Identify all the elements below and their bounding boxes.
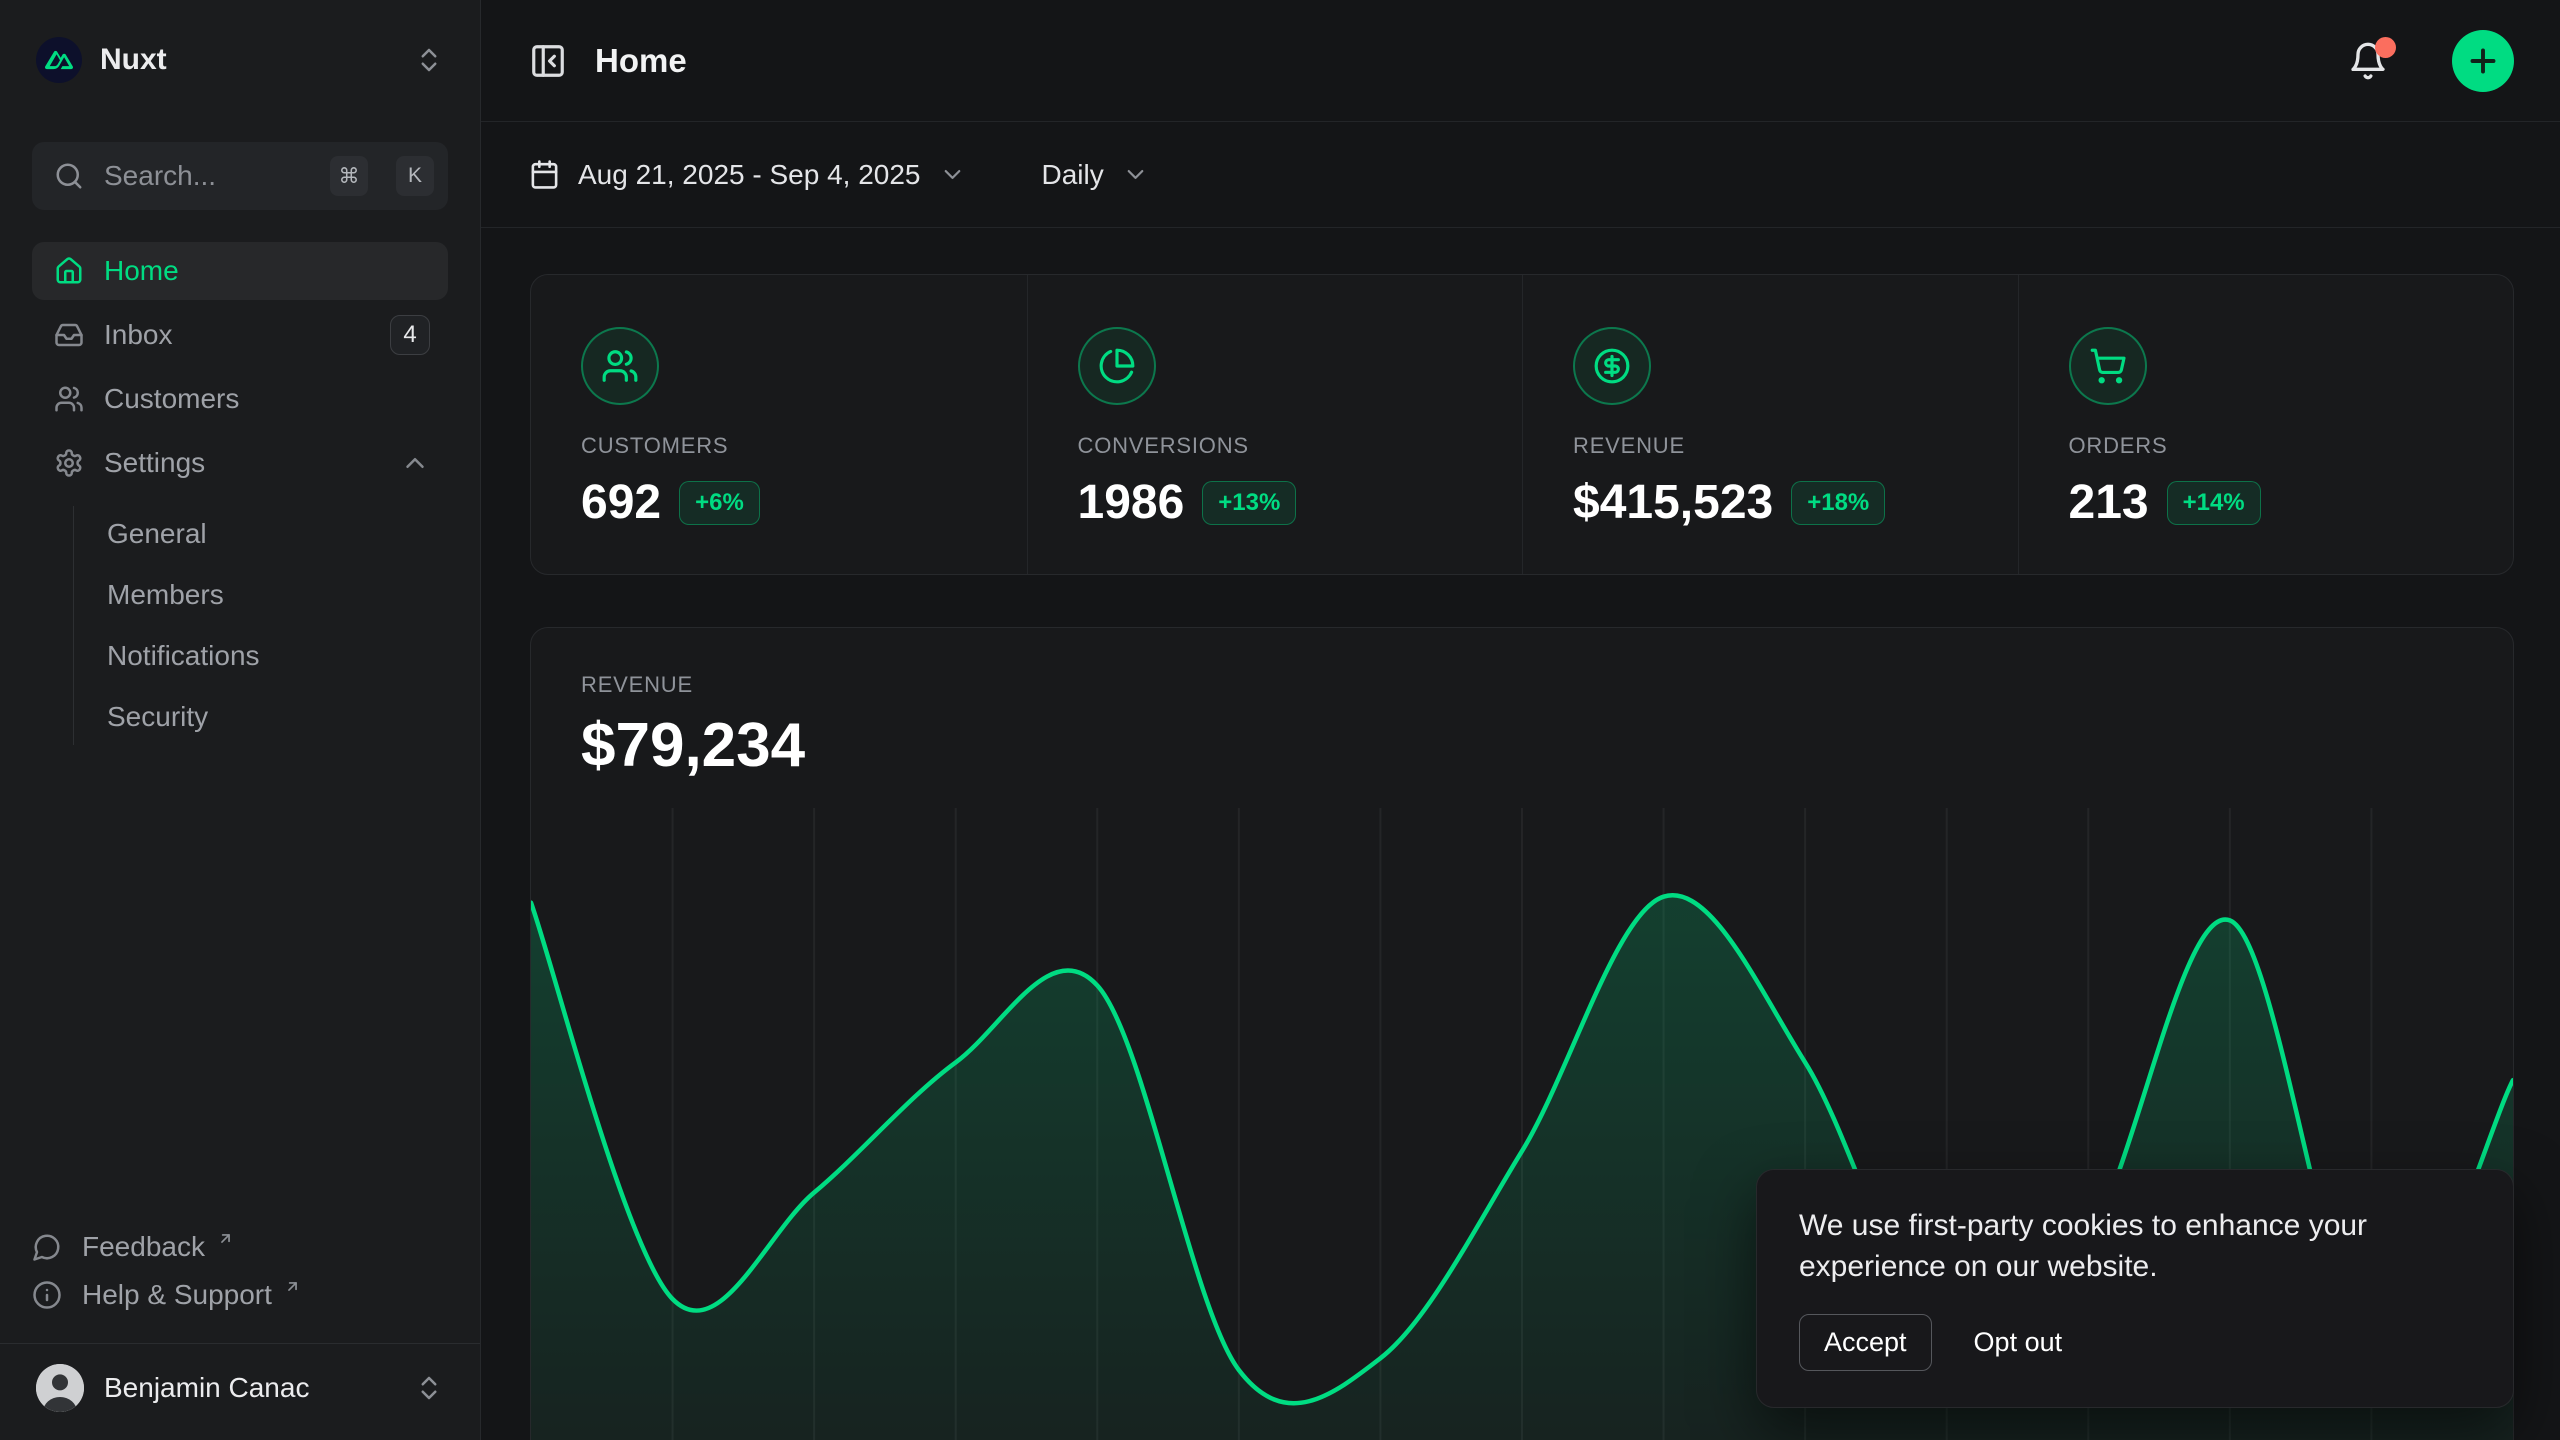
kbd-cmd: ⌘	[330, 156, 368, 196]
stat-label: CUSTOMERS	[581, 433, 1027, 459]
opt-out-button[interactable]: Opt out	[1974, 1315, 2063, 1370]
search-bar[interactable]: ⌘ K	[32, 142, 448, 210]
sidebar-item-home[interactable]: Home	[32, 242, 448, 300]
stat-delta-badge: +14%	[2167, 481, 2261, 525]
stat-customers: CUSTOMERS 692 +6%	[531, 275, 1027, 574]
stat-value: 692	[581, 475, 661, 530]
stats-row: CUSTOMERS 692 +6% CONVERSIONS 1986 +13%	[530, 274, 2514, 575]
stat-label: REVENUE	[1573, 433, 2018, 459]
sidebar-subitem-security[interactable]: Security	[107, 689, 448, 745]
inbox-icon	[54, 320, 84, 350]
page-header: Home	[481, 0, 2560, 122]
collapse-sidebar-button[interactable]	[529, 40, 571, 82]
sidebar-divider	[0, 1343, 480, 1344]
cookie-banner: We use first-party cookies to enhance yo…	[1756, 1169, 2514, 1408]
revenue-chart-header: REVENUE $79,234	[531, 628, 2513, 781]
sidebar: Nuxt ⌘ K Home Inbox 4 Customers Settings…	[0, 0, 481, 1440]
sidebar-item-label: Home	[104, 255, 430, 287]
sidebar-spacer	[32, 745, 448, 1223]
home-icon	[54, 256, 84, 286]
stat-value: $415,523	[1573, 475, 1773, 530]
nuxt-logo-icon	[36, 37, 82, 83]
external-link-icon	[217, 1230, 234, 1247]
sidebar-subitem-members[interactable]: Members	[107, 567, 448, 623]
sidebar-nav: Home Inbox 4 Customers Settings General …	[32, 242, 448, 745]
message-circle-icon	[32, 1232, 62, 1262]
sidebar-item-label: Inbox	[104, 319, 370, 351]
search-icon	[54, 161, 84, 191]
plus-icon	[2465, 43, 2501, 79]
sidebar-item-label: Settings	[104, 447, 380, 479]
stat-label: ORDERS	[2069, 433, 2514, 459]
inbox-count-badge: 4	[390, 315, 430, 355]
search-input[interactable]	[104, 160, 310, 192]
workspace-name: Nuxt	[100, 43, 396, 77]
stat-value: 213	[2069, 475, 2149, 530]
notifications-button[interactable]	[2348, 39, 2392, 83]
sidebar-subitem-general[interactable]: General	[107, 506, 448, 562]
feedback-link[interactable]: Feedback	[32, 1223, 448, 1271]
chevrons-up-down-icon	[414, 1373, 444, 1403]
settings-subnav: General Members Notifications Security	[73, 506, 448, 745]
granularity-value: Daily	[1042, 159, 1104, 191]
stat-delta-badge: +6%	[679, 481, 760, 525]
calendar-icon	[529, 159, 560, 190]
page-title: Home	[595, 42, 687, 80]
stat-label: CONVERSIONS	[1078, 433, 1523, 459]
revenue-chart-total: $79,234	[581, 710, 2513, 781]
cookie-actions: Accept Opt out	[1799, 1314, 2471, 1371]
info-circle-icon	[32, 1280, 62, 1310]
sidebar-subitem-notifications[interactable]: Notifications	[107, 628, 448, 684]
shopping-cart-icon	[2069, 327, 2147, 405]
granularity-select[interactable]: Daily	[1042, 159, 1149, 191]
chevrons-up-down-icon	[414, 45, 444, 75]
chevron-up-icon	[400, 448, 430, 478]
user-menu[interactable]: Benjamin Canac	[32, 1360, 448, 1416]
workspace-selector[interactable]: Nuxt	[32, 36, 448, 84]
date-range-value: Aug 21, 2025 - Sep 4, 2025	[578, 159, 921, 191]
user-name: Benjamin Canac	[104, 1372, 394, 1404]
pie-chart-icon	[1078, 327, 1156, 405]
sidebar-item-inbox[interactable]: Inbox 4	[32, 306, 448, 364]
circle-dollar-icon	[1573, 327, 1651, 405]
stat-value: 1986	[1078, 475, 1185, 530]
feedback-label: Feedback	[82, 1231, 205, 1263]
filter-toolbar: Aug 21, 2025 - Sep 4, 2025 Daily	[481, 122, 2560, 228]
chevron-down-icon	[939, 161, 966, 188]
chevron-down-icon	[1122, 161, 1149, 188]
stat-orders: ORDERS 213 +14%	[2018, 275, 2514, 574]
stat-delta-badge: +13%	[1202, 481, 1296, 525]
sidebar-item-label: Customers	[104, 383, 430, 415]
stat-conversions: CONVERSIONS 1986 +13%	[1027, 275, 1523, 574]
kbd-k: K	[396, 156, 434, 196]
help-support-link[interactable]: Help & Support	[32, 1271, 448, 1319]
stat-delta-badge: +18%	[1791, 481, 1885, 525]
panel-left-close-icon	[529, 42, 567, 80]
help-support-label: Help & Support	[82, 1279, 272, 1311]
avatar	[36, 1364, 84, 1412]
users-icon	[54, 384, 84, 414]
add-button[interactable]	[2452, 30, 2514, 92]
revenue-chart-label: REVENUE	[581, 672, 2513, 698]
stat-revenue: REVENUE $415,523 +18%	[1522, 275, 2018, 574]
external-link-icon	[284, 1278, 301, 1295]
accept-button[interactable]: Accept	[1799, 1314, 1932, 1371]
cookie-message: We use first-party cookies to enhance yo…	[1799, 1206, 2444, 1288]
gear-icon	[54, 448, 84, 478]
sidebar-item-customers[interactable]: Customers	[32, 370, 448, 428]
notification-dot	[2375, 37, 2396, 58]
users-icon	[581, 327, 659, 405]
date-range-picker[interactable]: Aug 21, 2025 - Sep 4, 2025	[529, 159, 966, 191]
sidebar-item-settings[interactable]: Settings	[32, 434, 448, 492]
